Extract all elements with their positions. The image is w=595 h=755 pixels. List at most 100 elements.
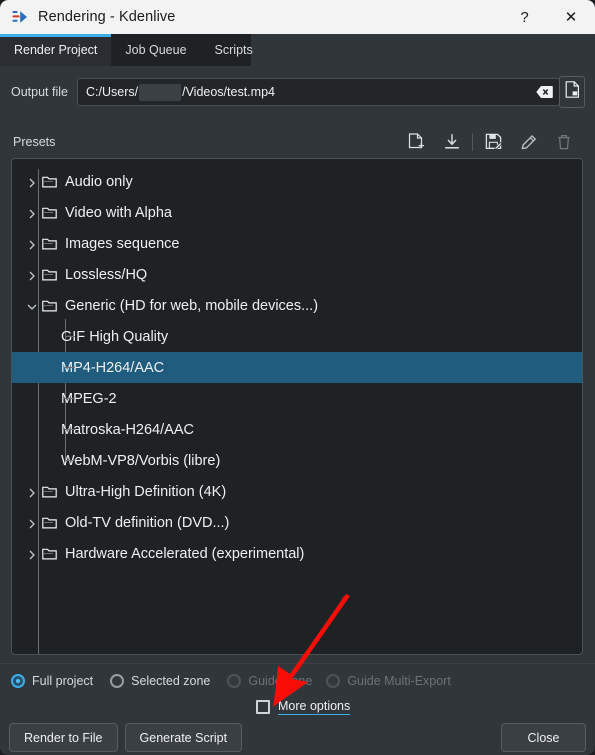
connector — [44, 522, 53, 523]
presets-label: Presets — [13, 135, 56, 149]
window-title: Rendering - Kdenlive — [38, 9, 176, 25]
more-options-row: More options — [0, 695, 595, 719]
output-file-label: Output file — [11, 85, 68, 99]
radio-label: Guide Multi-Export — [347, 674, 451, 688]
radio-indicator[interactable] — [11, 674, 25, 688]
connector — [65, 398, 75, 399]
toolbar-separator — [472, 133, 473, 151]
render-to-file-button[interactable]: Render to File — [9, 723, 118, 752]
radio-guide-zone: Guide zone — [227, 674, 312, 688]
dialog-button-row: Render to File Generate Script Close — [0, 720, 595, 755]
generate-script-button[interactable]: Generate Script — [124, 723, 243, 752]
chevron-right-icon[interactable] — [26, 517, 38, 529]
tree-item-label: MP4-H264/AAC — [61, 359, 165, 376]
bottom-separator — [0, 663, 595, 664]
chevron-down-icon[interactable] — [26, 300, 38, 312]
tree-row-ultra-high-definition[interactable]: Ultra-High Definition (4K) — [12, 476, 582, 507]
tree-row-hardware-accelerated[interactable]: Hardware Accelerated (experimental) — [12, 538, 582, 569]
output-file-value: C:/Users/ /Videos/test.mp4 — [86, 83, 275, 101]
radio-full-project[interactable]: Full project — [11, 674, 93, 688]
presets-toolbar — [399, 128, 581, 156]
radio-selected-zone[interactable]: Selected zone — [110, 674, 210, 688]
connector — [44, 274, 53, 275]
radio-label: Full project — [32, 674, 94, 688]
new-preset-icon[interactable] — [399, 129, 434, 155]
chevron-right-icon[interactable] — [26, 486, 38, 498]
tree-item-label: Images sequence — [65, 235, 180, 252]
chevron-right-icon[interactable] — [26, 269, 38, 281]
presets-header: Presets — [0, 128, 595, 156]
tab-scripts[interactable]: Scripts — [201, 34, 267, 66]
presets-tree[interactable]: Audio only Video with Alpha Images seque… — [11, 158, 583, 655]
radio-indicator — [326, 674, 341, 688]
tree-row-video-with-alpha[interactable]: Video with Alpha — [12, 197, 582, 228]
redacted-username — [139, 83, 182, 101]
render-scope-group: Full project Selected zone Guide zone Gu… — [0, 668, 595, 694]
connector — [44, 553, 53, 554]
radio-label: Guide zone — [248, 674, 313, 688]
tree-item-label: GIF High Quality — [61, 328, 169, 345]
delete-preset-icon — [546, 129, 581, 155]
more-options-toggle[interactable]: More options — [256, 699, 351, 715]
tree-row-mpeg-2[interactable]: MPEG-2 — [12, 383, 582, 414]
tree-item-label: Ultra-High Definition (4K) — [65, 483, 227, 500]
chevron-right-icon[interactable] — [26, 548, 38, 560]
tree-content: Audio only Video with Alpha Images seque… — [12, 159, 582, 654]
tree-item-label: Audio only — [65, 173, 133, 190]
more-options-checkbox[interactable] — [256, 700, 270, 714]
connector — [65, 429, 75, 430]
chevron-right-icon[interactable] — [26, 238, 38, 250]
tree-item-label: Hardware Accelerated (experimental) — [65, 545, 305, 562]
help-button[interactable]: ? — [502, 0, 547, 34]
tree-row-lossless-hq[interactable]: Lossless/HQ — [12, 259, 582, 290]
tab-list: Render Project Job Queue Scripts — [0, 34, 267, 66]
tree-row-gif-high-quality[interactable]: GIF High Quality — [12, 321, 582, 352]
output-file-input[interactable]: C:/Users/ /Videos/test.mp4 — [77, 78, 560, 106]
radio-guide-multi-export: Guide Multi-Export — [326, 674, 451, 688]
tree-item-label: WebM-VP8/Vorbis (libre) — [61, 452, 221, 469]
radio-label: Selected zone — [131, 674, 211, 688]
tree-item-label: Matroska-H264/AAC — [61, 421, 194, 438]
tree-item-label: Old-TV definition (DVD...) — [65, 514, 230, 531]
browse-file-button[interactable] — [559, 76, 585, 108]
connector — [65, 367, 75, 368]
connector — [44, 305, 53, 306]
more-options-label[interactable]: More options — [278, 699, 351, 715]
import-preset-icon[interactable] — [434, 129, 469, 155]
connector — [44, 491, 53, 492]
tree-row-webm-vp8-vorbis[interactable]: WebM-VP8/Vorbis (libre) — [12, 445, 582, 476]
save-preset-icon[interactable] — [476, 129, 511, 155]
tree-row-images-sequence[interactable]: Images sequence — [12, 228, 582, 259]
tree-row-generic[interactable]: Generic (HD for web, mobile devices...) — [12, 290, 582, 321]
chevron-right-icon[interactable] — [26, 207, 38, 219]
output-path-suffix: /Videos/test.mp4 — [182, 85, 275, 99]
tree-item-label: Generic (HD for web, mobile devices...) — [65, 297, 319, 314]
rendering-dialog: Rendering - Kdenlive ? ✕ Render Project … — [0, 0, 595, 755]
tree-row-matroska-h264-aac[interactable]: Matroska-H264/AAC — [12, 414, 582, 445]
close-button[interactable]: Close — [501, 723, 586, 752]
title-bar: Rendering - Kdenlive ? ✕ — [0, 0, 595, 34]
clear-text-icon[interactable] — [536, 86, 553, 99]
kdenlive-icon — [12, 9, 28, 25]
tree-row-mp4-h264-aac[interactable]: MP4-H264/AAC — [12, 352, 582, 383]
output-path-prefix: C:/Users/ — [86, 85, 139, 99]
radio-indicator — [227, 674, 242, 688]
connector — [65, 460, 75, 461]
radio-indicator[interactable] — [110, 674, 125, 688]
connector — [44, 181, 53, 182]
tree-row-audio-only[interactable]: Audio only — [12, 166, 582, 197]
tab-job-queue[interactable]: Job Queue — [111, 34, 200, 66]
file-browse-icon — [565, 81, 580, 103]
tree-item-label: Video with Alpha — [65, 204, 172, 221]
chevron-right-icon[interactable] — [26, 176, 38, 188]
output-file-row: Output file C:/Users/ /Videos/test.mp4 — [0, 76, 595, 108]
tree-item-label: Lossless/HQ — [65, 266, 148, 283]
connector — [44, 243, 53, 244]
tab-render-project[interactable]: Render Project — [0, 34, 112, 66]
tab-bar: Render Project Job Queue Scripts — [0, 34, 595, 66]
close-icon[interactable]: ✕ — [547, 0, 595, 34]
edit-preset-icon[interactable] — [511, 129, 546, 155]
connector — [44, 212, 53, 213]
tree-row-old-tv-definition[interactable]: Old-TV definition (DVD...) — [12, 507, 582, 538]
connector — [65, 336, 75, 337]
